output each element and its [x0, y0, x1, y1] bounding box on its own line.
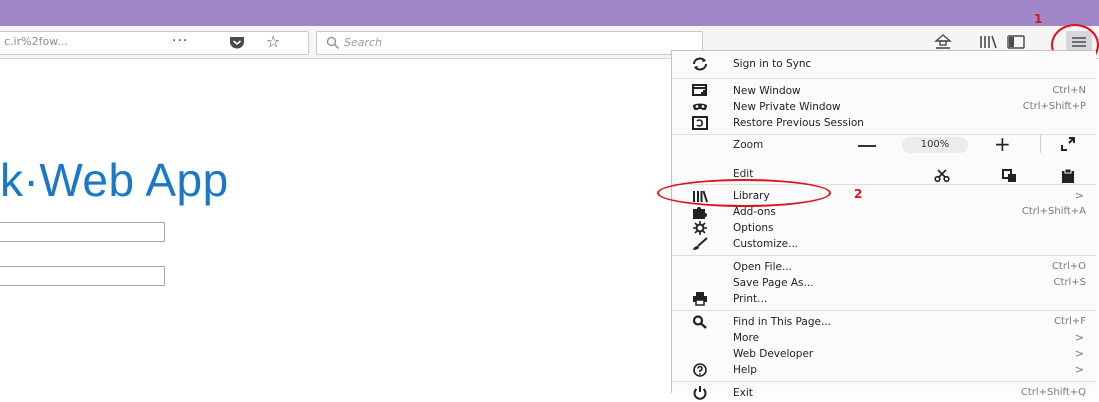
menu-sign-in-sync[interactable]: Sign in to Sync [672, 56, 1096, 73]
submenu-arrow: > [1074, 363, 1084, 376]
page-actions-button[interactable]: ··· [172, 33, 188, 49]
menu-item-label: New Private Window [733, 101, 841, 113]
menu-options[interactable]: Options [672, 220, 1096, 237]
menu-separator [672, 255, 1096, 256]
menu-shortcut: Ctrl+F [1054, 316, 1086, 327]
address-bar[interactable]: c.ir%2fow... ··· ☆ [0, 31, 309, 55]
url-text: c.ir%2fow... [4, 35, 68, 48]
password-field[interactable] [0, 266, 165, 286]
menu-new-private-window[interactable]: New Private Window Ctrl+Shift+P [672, 99, 1096, 116]
annotation-circle-library [657, 179, 831, 207]
menu-item-label: Restore Previous Session [733, 117, 864, 129]
submenu-arrow: > [1074, 347, 1084, 360]
menu-exit[interactable]: Exit Ctrl+Shift+Q [672, 385, 1096, 402]
fullscreen-icon[interactable] [1060, 136, 1076, 152]
paintbrush-icon [693, 237, 708, 250]
menu-item-label: Add-ons [733, 206, 776, 218]
menu-item-label: Exit [733, 387, 753, 399]
submenu-arrow: > [1074, 331, 1084, 344]
pocket-icon[interactable] [229, 36, 245, 49]
menu-item-label: New Window [733, 85, 801, 97]
menu-item-label: Print... [733, 293, 768, 305]
menu-shortcut: Ctrl+N [1052, 85, 1086, 96]
bookmark-star-icon[interactable]: ☆ [266, 32, 280, 51]
menu-separator [672, 310, 1096, 311]
library-icon[interactable] [978, 32, 998, 52]
app-menu-panel: Sign in to Sync New Window Ctrl+N New Pr… [671, 50, 1096, 400]
restore-session-icon [692, 116, 708, 130]
menu-find-in-page[interactable]: Find in This Page... Ctrl+F [672, 314, 1096, 331]
submenu-arrow: > [1074, 189, 1084, 202]
menu-shortcut: Ctrl+S [1053, 277, 1086, 288]
sidebar-icon[interactable] [1006, 32, 1026, 52]
menu-separator [672, 134, 1096, 135]
menu-open-file[interactable]: Open File... Ctrl+O [672, 259, 1096, 276]
annotation-number-1: 1 [1034, 12, 1043, 26]
paste-icon[interactable] [1060, 169, 1076, 183]
copy-icon[interactable] [1002, 169, 1018, 183]
new-window-icon [692, 84, 707, 96]
menu-customize[interactable]: Customize... [672, 236, 1096, 253]
annotation-number-2: 2 [854, 187, 863, 201]
help-icon [693, 363, 707, 377]
menu-shortcut: Ctrl+Shift+P [1022, 101, 1086, 112]
menu-item-label: Find in This Page... [733, 316, 831, 328]
menu-item-label: Open File... [733, 261, 792, 273]
power-icon [693, 386, 707, 400]
menu-item-label: Customize... [733, 238, 799, 250]
search-bar[interactable]: Search [316, 31, 703, 55]
page-title: k·Web App [0, 154, 229, 206]
puzzle-piece-icon [693, 207, 707, 219]
gear-icon [693, 221, 707, 235]
private-mask-icon [693, 103, 707, 111]
menu-shortcut: Ctrl+Shift+Q [1020, 387, 1086, 398]
menu-print[interactable]: Print... [672, 291, 1096, 308]
menu-shortcut: Ctrl+O [1051, 261, 1086, 272]
menu-item-label: Web Developer [733, 348, 814, 360]
menu-item-label: More [733, 332, 760, 344]
printer-icon [693, 292, 707, 306]
zoom-out-button[interactable] [858, 145, 876, 147]
zoom-in-button[interactable]: + [994, 134, 1011, 154]
menu-web-developer[interactable]: Web Developer > [672, 346, 1096, 363]
menu-help[interactable]: Help > [672, 362, 1096, 379]
search-icon [692, 315, 707, 329]
menu-item-label: Save Page As... [733, 277, 814, 289]
menu-new-window[interactable]: New Window Ctrl+N [672, 83, 1096, 100]
menu-separator [672, 381, 1096, 382]
menu-restore-session[interactable]: Restore Previous Session [672, 115, 1096, 132]
menu-separator [1040, 135, 1041, 153]
search-placeholder: Search [344, 36, 383, 49]
sync-icon [693, 57, 707, 71]
zoom-label: Zoom [733, 139, 764, 151]
menu-shortcut: Ctrl+Shift+A [1021, 206, 1086, 217]
username-field[interactable] [0, 222, 165, 242]
menu-item-label: Help [733, 364, 757, 376]
search-icon [326, 36, 339, 49]
menu-item-label: Options [733, 222, 774, 234]
menu-separator [672, 78, 1096, 79]
menu-item-label: Sign in to Sync [733, 58, 812, 70]
window-titlebar [0, 0, 1099, 26]
zoom-reset-button[interactable]: 100% [902, 137, 968, 153]
menu-more[interactable]: More > [672, 330, 1096, 347]
downloads-icon[interactable] [933, 32, 953, 52]
cut-icon[interactable] [934, 169, 950, 183]
menu-save-page[interactable]: Save Page As... Ctrl+S [672, 275, 1096, 292]
